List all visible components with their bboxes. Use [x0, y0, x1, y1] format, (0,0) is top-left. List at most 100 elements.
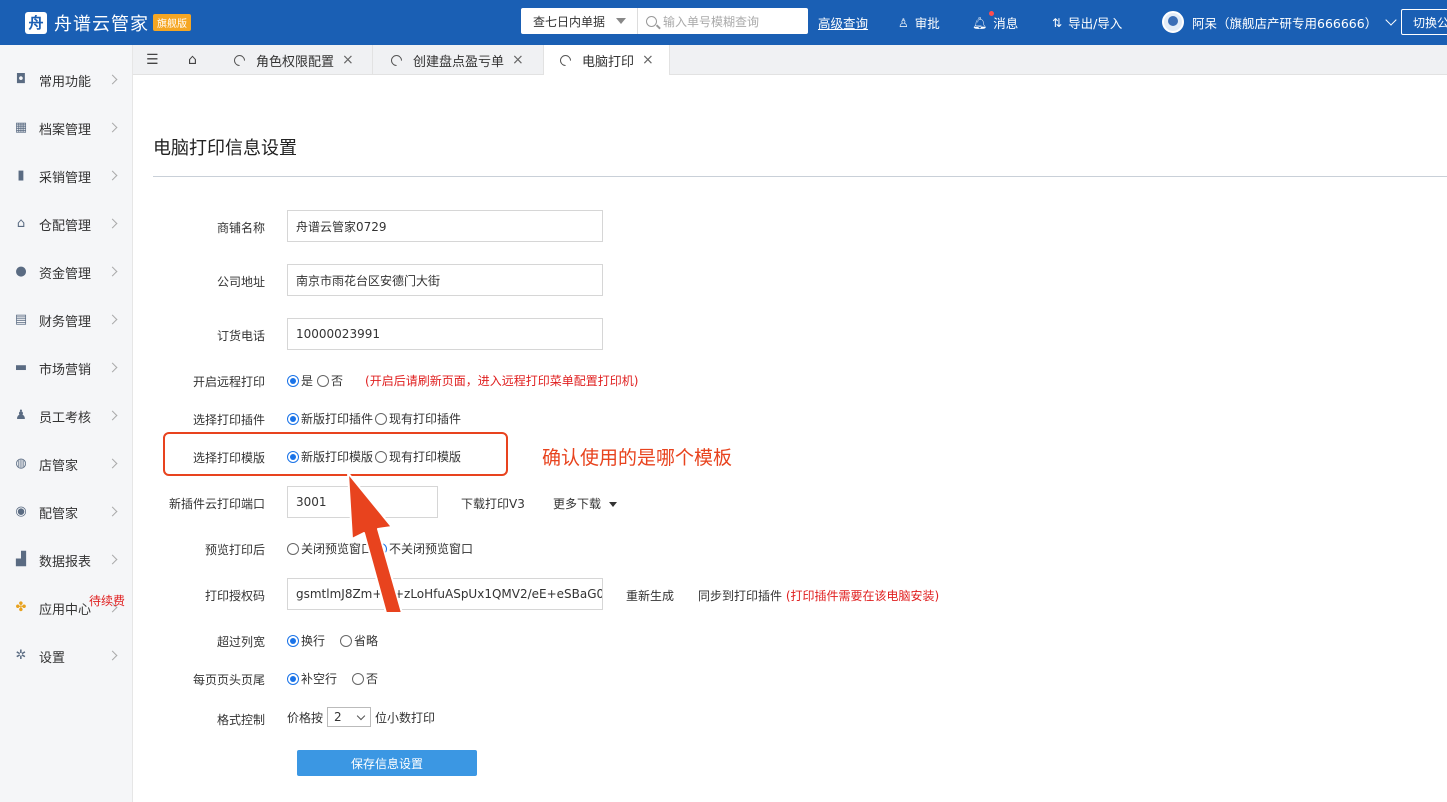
tab-bar: ☰ ⌂ 角色权限配置 × 创建盘点盈亏单 × 电脑打印 ×: [133, 45, 1447, 75]
phone-label: 订货电话: [216, 329, 265, 343]
template-options: 新版打印模版 现有打印模版: [287, 448, 461, 465]
calculator-icon: ▤: [14, 312, 28, 327]
title-divider: [153, 176, 1447, 177]
logo-text: 舟谱云管家: [54, 13, 149, 35]
chevron-right-icon: [107, 650, 118, 661]
menu-collapse-icon[interactable]: ☰: [146, 52, 159, 68]
page-title: 电脑打印信息设置: [153, 138, 297, 159]
sidebar-item-label: 采销管理: [39, 170, 92, 186]
edition-badge: 旗舰版: [153, 14, 191, 31]
header-footer-label: 每页页头页尾: [192, 673, 265, 687]
plugin-new-radio[interactable]: [287, 412, 299, 425]
remote-print-label: 开启远程打印: [192, 375, 265, 389]
sidebar-item-archive[interactable]: ▦ 档案管理: [0, 113, 133, 143]
shop-name-label: 商铺名称: [216, 221, 265, 235]
more-download-dropdown[interactable]: 更多下载: [553, 495, 618, 512]
hf-fill-radio[interactable]: [287, 672, 299, 685]
plugin-old-radio[interactable]: [375, 412, 388, 425]
gear-icon: ✲: [15, 648, 27, 663]
home-icon[interactable]: ⌂: [188, 52, 197, 68]
plugin-old-label[interactable]: 现有打印插件: [389, 410, 461, 427]
bell-icon: 🔔︎: [972, 15, 988, 30]
overflow-omit-label[interactable]: 省略: [354, 632, 378, 649]
date-range-select[interactable]: 查七日内单据: [521, 8, 637, 34]
header-footer-options: 补空行 否: [287, 670, 378, 687]
remote-yes-label[interactable]: 是: [301, 372, 313, 389]
grid-icon: ▦: [14, 120, 28, 135]
address-label: 公司地址: [216, 275, 265, 289]
caret-down-icon: [609, 502, 618, 507]
template-label: 选择打印模版: [192, 451, 265, 465]
overflow-wrap-label[interactable]: 换行: [301, 632, 325, 649]
refresh-icon[interactable]: [388, 52, 405, 68]
sort-arrows-icon: ⇅: [1052, 15, 1063, 30]
address-field[interactable]: 南京市雨花台区安德门大街: [287, 264, 603, 296]
sidebar-item-common[interactable]: ◘ 常用功能: [0, 65, 133, 95]
sidebar-item-purchase-sales[interactable]: ▮ 采销管理: [0, 161, 133, 191]
tab-pc-print[interactable]: 电脑打印 ×: [544, 45, 670, 75]
unread-dot: [989, 11, 994, 16]
template-new-label[interactable]: 新版打印模版: [301, 448, 373, 465]
refresh-icon[interactable]: [231, 52, 248, 68]
plugin-options: 新版打印插件 现有打印插件: [287, 410, 461, 427]
download-v3-link[interactable]: 下载打印V3: [461, 495, 525, 512]
sync-plugin-note: (打印插件需要在该电脑安装): [785, 589, 940, 603]
plugin-label: 选择打印插件: [192, 413, 265, 427]
plugin-new-label[interactable]: 新版打印插件: [301, 410, 373, 427]
tab-role-permissions[interactable]: 角色权限配置 ×: [221, 45, 373, 75]
switch-company-button[interactable]: 切换公: [1401, 9, 1447, 35]
overflow-wrap-radio[interactable]: [287, 634, 299, 647]
tab-create-stocktake[interactable]: 创建盘点盈亏单 ×: [373, 45, 544, 75]
regenerate-link[interactable]: 重新生成: [626, 587, 674, 604]
search-input[interactable]: 输入单号模糊查询: [637, 8, 808, 34]
phone-field[interactable]: 10000023991: [287, 318, 603, 350]
messages-label: 消息: [993, 16, 1019, 31]
more-download-label: 更多下载: [553, 497, 602, 511]
preview-close-radio[interactable]: [287, 542, 299, 555]
sync-plugin-row: 同步到打印插件 (打印插件需要在该电脑安装): [698, 587, 939, 604]
template-old-radio[interactable]: [375, 450, 388, 463]
format-label: 格式控制: [216, 713, 265, 727]
tab-label: 角色权限配置: [256, 54, 335, 70]
close-icon[interactable]: ×: [342, 52, 354, 68]
search-icon: [646, 15, 657, 27]
remote-yes-radio[interactable]: [287, 374, 299, 387]
close-icon[interactable]: ×: [512, 52, 524, 68]
user-name: 阿呆（旗舰店产研专用666666）: [1192, 15, 1378, 31]
preview-label: 预览打印后: [204, 543, 265, 557]
remote-no-label[interactable]: 否: [331, 372, 343, 389]
template-new-radio[interactable]: [287, 450, 299, 463]
avatar: [1162, 11, 1184, 33]
decimal-value: 2: [334, 710, 342, 724]
port-label: 新插件云打印端口: [168, 497, 265, 511]
approve-button[interactable]: ♙ 审批: [898, 13, 940, 32]
user-menu[interactable]: 阿呆（旗舰店产研专用666666）: [1162, 11, 1397, 33]
remote-print-note: (开启后请刷新页面，进入远程打印菜单配置打印机): [365, 374, 639, 388]
template-old-label[interactable]: 现有打印模版: [389, 448, 461, 465]
decimal-select[interactable]: 2: [327, 707, 372, 727]
remote-print-options: 是 否 (开启后请刷新页面，进入远程打印菜单配置打印机): [287, 372, 638, 389]
messages-button[interactable]: 🔔︎ 消息: [972, 11, 1019, 32]
advanced-query-link[interactable]: 高级查询: [818, 13, 868, 32]
export-import-button[interactable]: ⇅ 导出/导入: [1052, 13, 1122, 32]
chevron-right-icon: [107, 74, 118, 85]
caret-down-icon: [616, 18, 626, 24]
remote-no-radio[interactable]: [317, 374, 330, 387]
save-settings-button[interactable]: 保存信息设置: [297, 750, 477, 776]
app-logo[interactable]: 舟 舟谱云管家 旗舰版: [25, 10, 191, 36]
hf-no-label[interactable]: 否: [366, 670, 378, 687]
hf-fill-label[interactable]: 补空行: [301, 670, 337, 687]
sync-plugin-link[interactable]: 同步到打印插件: [698, 589, 782, 603]
shop-name-field[interactable]: 舟谱云管家0729: [287, 210, 603, 242]
sidebar-item-label: 档案管理: [39, 122, 92, 138]
refresh-icon[interactable]: [557, 52, 574, 68]
close-icon[interactable]: ×: [642, 52, 654, 68]
search-placeholder: 输入单号模糊查询: [663, 14, 760, 29]
arrow-shape: [347, 472, 403, 614]
decimal-suffix: 位小数打印: [375, 710, 436, 725]
overflow-label: 超过列宽: [216, 635, 265, 649]
approve-label: 审批: [914, 16, 940, 31]
hf-no-radio[interactable]: [352, 672, 365, 685]
common-icon: ◘: [15, 72, 27, 87]
overflow-omit-radio[interactable]: [340, 634, 353, 647]
